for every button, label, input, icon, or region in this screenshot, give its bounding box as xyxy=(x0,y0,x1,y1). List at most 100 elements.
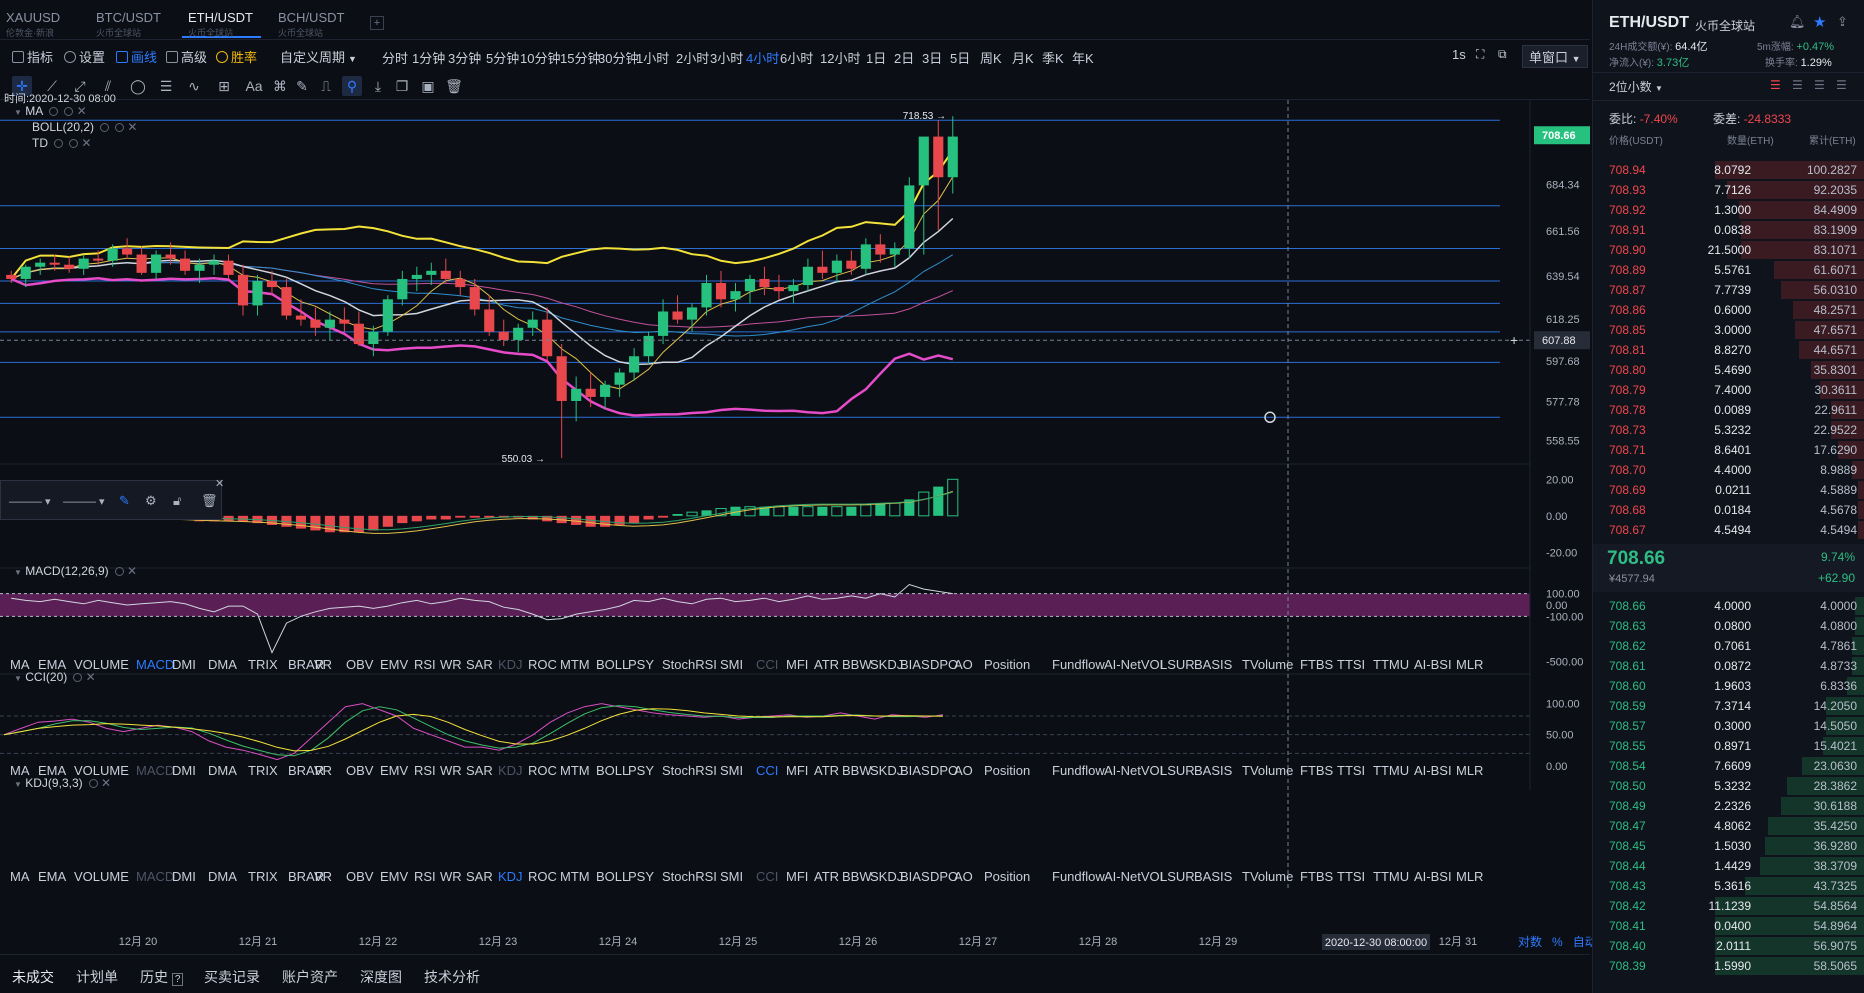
indicator-atr[interactable]: ATR xyxy=(814,869,839,884)
advanced-button[interactable]: 高级 xyxy=(166,47,207,66)
indicator-psy[interactable]: PSY xyxy=(628,657,654,672)
indicator-mtm[interactable]: MTM xyxy=(560,869,590,884)
bid-row[interactable]: 708.61 0.0872 4.8733 xyxy=(1593,656,1864,676)
indicator-atr[interactable]: ATR xyxy=(814,763,839,778)
indicator-ttsi[interactable]: TTSI xyxy=(1337,869,1365,884)
period-1[interactable]: 1分钟 xyxy=(412,48,445,67)
indicator-cci[interactable]: CCI xyxy=(756,657,778,672)
indicator-stochrsi[interactable]: StochRSI xyxy=(662,763,717,778)
bid-row[interactable]: 708.59 7.3714 14.2050 xyxy=(1593,696,1864,716)
indicator-ttmu[interactable]: TTMU xyxy=(1373,869,1409,884)
window-mode-dropdown[interactable]: 单窗口 ▼ xyxy=(1522,45,1588,68)
bell-icon[interactable]: 🔔︎ xyxy=(1789,14,1806,30)
indicator-dmi[interactable]: DMI xyxy=(172,869,196,884)
ask-row[interactable]: 708.81 8.8270 44.6571 xyxy=(1593,340,1864,360)
ask-row[interactable]: 708.90 21.5000 83.1071 xyxy=(1593,240,1864,260)
period-0[interactable]: 分时 xyxy=(382,48,408,67)
indicator-ao[interactable]: AO xyxy=(954,869,973,884)
trash-icon[interactable]: 🗑︎ xyxy=(444,76,464,96)
indicator-tvolume[interactable]: TVolume xyxy=(1242,869,1293,884)
indicator-lsur[interactable]: LSUR xyxy=(1160,657,1195,672)
add-level-icon[interactable]: + xyxy=(1510,332,1518,348)
ask-row[interactable]: 708.92 1.3000 84.4909 xyxy=(1593,200,1864,220)
indicator-basis[interactable]: BASIS xyxy=(1194,869,1232,884)
ellipse-icon[interactable]: ◯ xyxy=(128,76,148,96)
collapse-icon[interactable]: ▼ xyxy=(14,108,22,117)
depth-both-icon[interactable]: ☰ xyxy=(1770,78,1781,92)
close-icon[interactable]: ✕ xyxy=(127,120,137,134)
indicator-volume[interactable]: VOLUME xyxy=(74,869,129,884)
indicator-macd[interactable]: MACD xyxy=(136,869,174,884)
gear-icon[interactable] xyxy=(73,673,83,682)
period-6[interactable]: 30分钟 xyxy=(598,48,638,67)
indicator-emv[interactable]: EMV xyxy=(380,869,408,884)
gear-icon[interactable] xyxy=(64,107,74,116)
indicator-sar[interactable]: SAR xyxy=(466,657,493,672)
indicator-macd[interactable]: MACD xyxy=(136,657,174,672)
collapse-icon[interactable]: ▼ xyxy=(14,568,22,577)
tab-open-orders[interactable]: 未成交 xyxy=(12,967,54,987)
close-icon[interactable]: ✕ xyxy=(77,104,87,118)
legend-macd[interactable]: ▼ MACD(12,26,9) ✕ xyxy=(14,564,137,578)
period-8[interactable]: 2小时 xyxy=(676,48,709,67)
indicator-position[interactable]: Position xyxy=(984,763,1030,778)
bid-row[interactable]: 708.54 7.6609 23.0630 xyxy=(1593,756,1864,776)
indicator-dma[interactable]: DMA xyxy=(208,869,237,884)
period-11[interactable]: 6小时 xyxy=(780,48,813,67)
tab-xauusd[interactable]: XAUUSD 伦敦金·新浪 xyxy=(0,4,68,38)
close-icon[interactable]: ✕ xyxy=(127,564,137,578)
percent-toggle[interactable]: % xyxy=(1552,935,1563,949)
indicator-ai-bsi[interactable]: AI-BSI xyxy=(1414,869,1452,884)
bid-row[interactable]: 708.66 4.0000 4.0000 xyxy=(1593,596,1864,616)
indicator-ai-bsi[interactable]: AI-BSI xyxy=(1414,763,1452,778)
fib-icon[interactable]: ☰ xyxy=(156,76,176,96)
indicator-kdj[interactable]: KDJ xyxy=(498,657,523,672)
ask-row[interactable]: 708.68 0.0184 4.5678 xyxy=(1593,500,1864,520)
tab-depth[interactable]: 深度图 xyxy=(360,967,402,987)
indicator-ai-bsi[interactable]: AI-BSI xyxy=(1414,657,1452,672)
indicator-mlr[interactable]: MLR xyxy=(1456,657,1483,672)
bid-row[interactable]: 708.42 11.1239 54.8564 xyxy=(1593,896,1864,916)
indicator-mfi[interactable]: MFI xyxy=(786,869,808,884)
tab-plan-orders[interactable]: 计划单 xyxy=(76,967,118,987)
period-13[interactable]: 1日 xyxy=(866,48,886,67)
period-19[interactable]: 季K xyxy=(1042,48,1064,67)
period-10[interactable]: 4小时 xyxy=(746,48,779,67)
indicator-rsi[interactable]: RSI xyxy=(414,763,436,778)
indicator-trix[interactable]: TRIX xyxy=(248,869,278,884)
indicator-bbw[interactable]: BBW xyxy=(842,763,872,778)
indicator-obv[interactable]: OBV xyxy=(346,869,373,884)
bid-row[interactable]: 708.60 1.9603 6.8336 xyxy=(1593,676,1864,696)
star-icon[interactable]: ★ xyxy=(1813,13,1826,31)
indicator-obv[interactable]: OBV xyxy=(346,657,373,672)
grid-icon[interactable]: ⊞ xyxy=(214,76,234,96)
log-toggle[interactable]: 对数 xyxy=(1518,935,1542,949)
bid-row[interactable]: 708.39 1.5990 58.5065 xyxy=(1593,956,1864,976)
bid-row[interactable]: 708.63 0.0800 4.0800 xyxy=(1593,616,1864,636)
indicator-kdj[interactable]: KDJ xyxy=(498,869,523,884)
period-9[interactable]: 3小时 xyxy=(710,48,743,67)
ask-row[interactable]: 708.71 8.6401 17.6290 xyxy=(1593,440,1864,460)
tab-assets[interactable]: 账户资产 xyxy=(282,967,338,987)
indicator-trix[interactable]: TRIX xyxy=(248,657,278,672)
precision-dropdown[interactable]: 2位小数 ▼ xyxy=(1609,78,1663,95)
indicator-basis[interactable]: BASIS xyxy=(1194,657,1232,672)
screenshot-icon[interactable]: ▣ xyxy=(418,76,438,96)
period-18[interactable]: 月K xyxy=(1012,48,1034,67)
ask-row[interactable]: 708.85 3.0000 47.6571 xyxy=(1593,320,1864,340)
interval-select[interactable]: 1s xyxy=(1452,47,1466,62)
period-12[interactable]: 12小时 xyxy=(820,48,860,67)
fullscreen-icon[interactable]: ⛶ xyxy=(1476,47,1484,62)
collapse-icon[interactable]: ▼ xyxy=(14,780,22,789)
indicator-ttsi[interactable]: TTSI xyxy=(1337,763,1365,778)
add-tab-button[interactable]: + xyxy=(370,16,384,30)
bid-row[interactable]: 708.41 0.0400 54.8964 xyxy=(1593,916,1864,936)
ask-row[interactable]: 708.91 0.0838 83.1909 xyxy=(1593,220,1864,240)
indicator-ai-netvol[interactable]: AI-NetVOL xyxy=(1104,657,1167,672)
tab-history[interactable]: 历史 ? xyxy=(140,967,184,987)
indicator-ftbs[interactable]: FTBS xyxy=(1300,657,1333,672)
indicator-ao[interactable]: AO xyxy=(954,763,973,778)
indicator-wr[interactable]: WR xyxy=(440,657,462,672)
indicator-mlr[interactable]: MLR xyxy=(1456,869,1483,884)
indicator-ao[interactable]: AO xyxy=(954,657,973,672)
